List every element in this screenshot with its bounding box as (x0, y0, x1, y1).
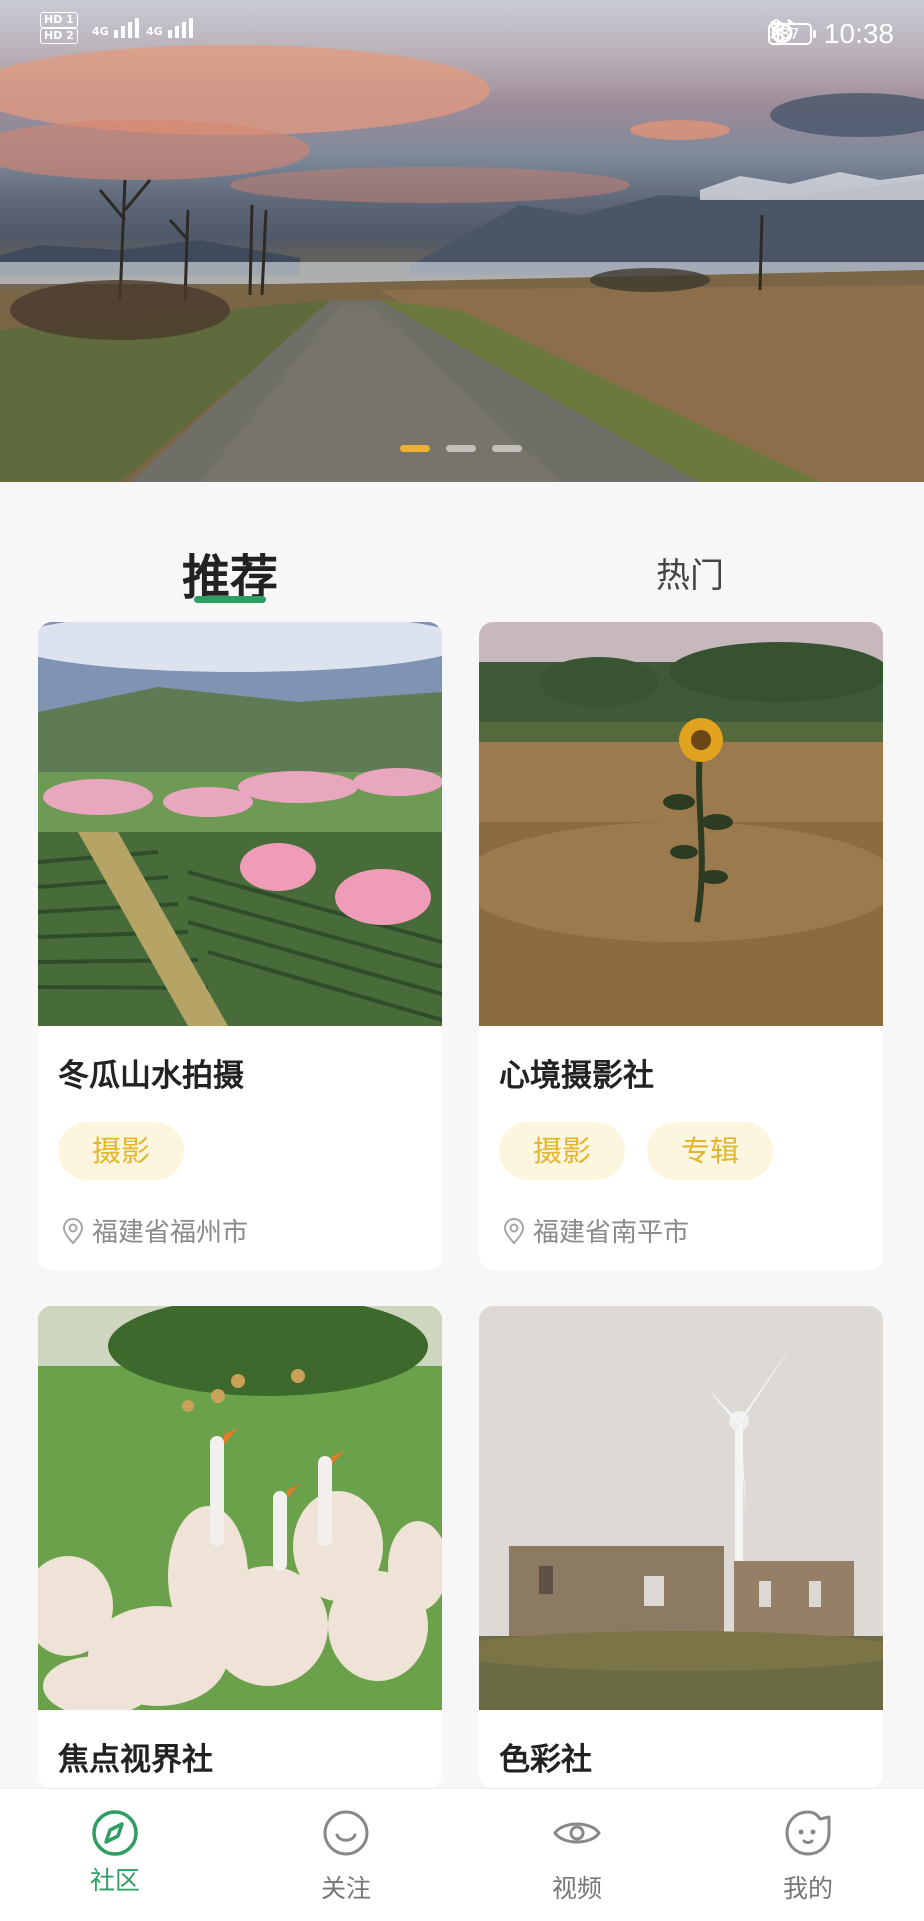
card-title: 色彩社 (499, 1742, 592, 1778)
tag-chip[interactable]: 摄影 (499, 1122, 625, 1180)
club-card[interactable]: 色彩社 (479, 1306, 883, 1788)
smile-icon (323, 1810, 369, 1856)
location-text: 福建省南平市 (533, 1218, 690, 1248)
signal-icon: 4G (92, 18, 139, 38)
signal-icon: 4G (146, 18, 193, 38)
bottom-navigation: 社区 关注 视频 我的 (0, 1788, 924, 1921)
compass-icon (92, 1810, 138, 1856)
carousel-indicator (400, 445, 522, 452)
tag-list: 摄影 专辑 (499, 1122, 773, 1180)
card-image (38, 1306, 442, 1710)
nav-video[interactable]: 视频 (517, 1807, 637, 1905)
status-bar: HD 1 HD 2 4G 4G 87 10:38 (0, 0, 924, 72)
nav-community[interactable]: 社区 (55, 1807, 175, 1897)
nav-follow[interactable]: 关注 (286, 1807, 406, 1905)
card-location: 福建省南平市 (499, 1212, 689, 1249)
card-title: 冬瓜山水拍摄 (58, 1058, 244, 1094)
battery-level: 87 (780, 25, 800, 43)
network1-label: 4G (92, 25, 109, 38)
banner-carousel[interactable]: HD 1 HD 2 4G 4G 87 10:38 (0, 0, 924, 482)
battery-icon: 87 (767, 23, 816, 45)
location-pin-icon (503, 1217, 525, 1244)
tag-chip[interactable]: 摄影 (58, 1122, 184, 1180)
nav-profile[interactable]: 我的 (748, 1807, 868, 1905)
carousel-dot[interactable] (446, 445, 476, 452)
sim2-badge: HD 2 (40, 28, 78, 44)
card-image (38, 622, 442, 1026)
location-pin-icon (62, 1217, 84, 1244)
carousel-dot[interactable] (400, 445, 430, 452)
clock: 10:38 (823, 18, 894, 49)
card-image (479, 622, 883, 1026)
location-text: 福建省福州市 (92, 1218, 249, 1248)
club-card[interactable]: 焦点视界社 (38, 1306, 442, 1788)
club-card[interactable]: 冬瓜山水拍摄 摄影 福建省福州市 (38, 622, 442, 1270)
banner-image (0, 45, 924, 482)
nav-label: 关注 (320, 1874, 371, 1903)
card-image (479, 1306, 883, 1710)
face-icon (785, 1810, 831, 1856)
nav-label: 我的 (782, 1874, 833, 1903)
eye-icon (553, 1822, 601, 1844)
tag-list: 摄影 (58, 1122, 184, 1180)
carousel-dot[interactable] (492, 445, 522, 452)
category-tabs: 推荐 热门 (0, 482, 924, 622)
card-location: 福建省福州市 (58, 1212, 248, 1249)
club-card[interactable]: 心境摄影社 摄影 专辑 福建省南平市 (479, 622, 883, 1270)
tab-popular[interactable]: 热门 (656, 548, 724, 597)
active-tab-indicator (194, 596, 266, 603)
sim1-badge: HD 1 (40, 12, 78, 28)
sim-indicators: HD 1 HD 2 (40, 12, 78, 44)
tag-chip[interactable]: 专辑 (647, 1122, 773, 1180)
card-title: 焦点视界社 (58, 1742, 213, 1778)
card-title: 心境摄影社 (499, 1058, 654, 1094)
nav-label: 社区 (89, 1866, 140, 1895)
nav-label: 视频 (551, 1874, 602, 1903)
network2-label: 4G (146, 25, 163, 38)
